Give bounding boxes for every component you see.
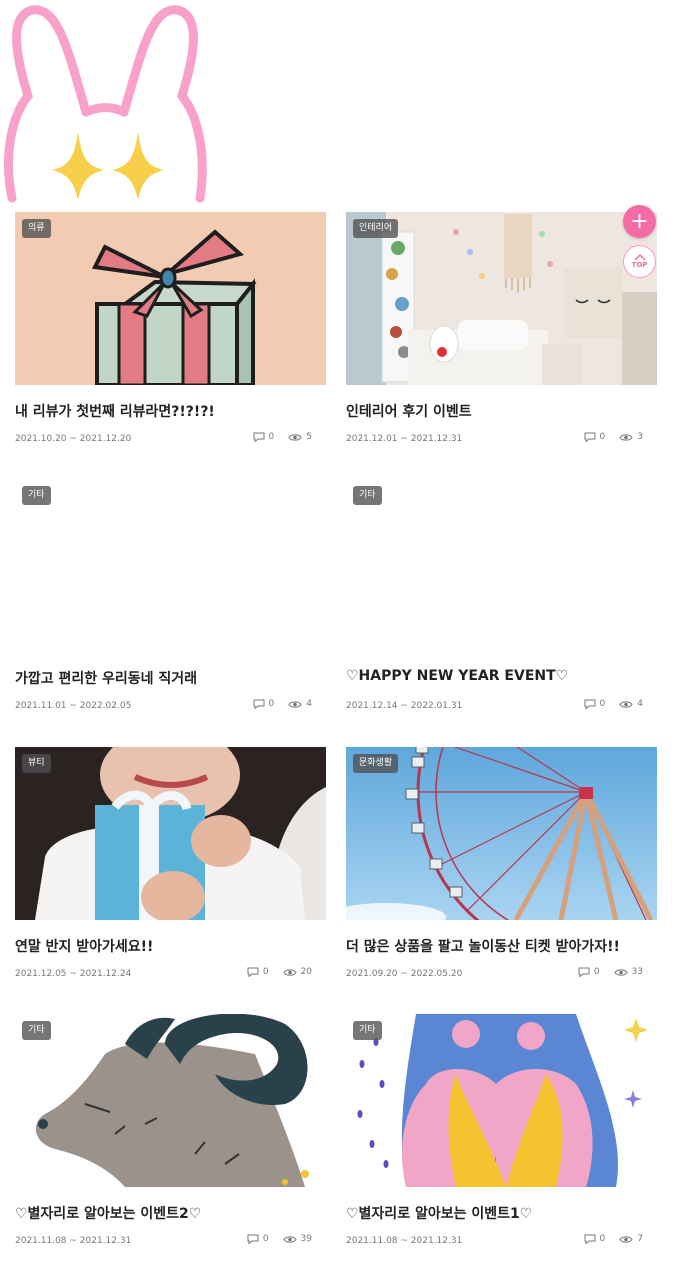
event-thumbnail[interactable]: 뷰티	[15, 747, 326, 920]
event-card[interactable]: 뷰티 연말 반지 받아가세요!! 2021.12.05 ~ 2021.12.24…	[15, 747, 326, 979]
view-count: 5	[306, 432, 312, 442]
view-count: 3	[637, 432, 643, 442]
event-thumbnail[interactable]: 의류	[15, 212, 326, 385]
event-period: 2021.10.20 ~ 2021.12.20	[15, 434, 132, 444]
comment-icon	[247, 967, 259, 977]
event-period: 2021.12.14 ~ 2022.01.31	[346, 701, 463, 711]
eye-icon	[288, 700, 302, 708]
top-label: TOP	[631, 261, 648, 269]
eye-icon	[619, 1235, 633, 1243]
category-badge: 뷰티	[22, 754, 51, 773]
comment-icon	[247, 1234, 259, 1244]
event-stats: 0 20	[247, 967, 312, 977]
event-title[interactable]: 연말 반지 받아가세요!!	[15, 936, 153, 956]
event-thumbnail[interactable]: 인테리어	[346, 212, 657, 385]
event-card[interactable]: 문화생활 더 많은 상품을 팔고 놀이동산 티켓 받아가자!! 2021.09.…	[346, 747, 657, 979]
comment-count: 0	[593, 967, 600, 977]
comment-icon	[253, 699, 265, 709]
gemini-twins-illustration	[346, 1014, 657, 1187]
event-period: 2021.11.08 ~ 2021.12.31	[15, 1236, 132, 1246]
event-thumbnail[interactable]: 기타	[15, 1014, 326, 1187]
category-badge: 기타	[353, 486, 382, 505]
event-card[interactable]: 기타 ♡별자리로 알아보는 이벤트1♡ 2021.11.08 ~ 2021.12…	[346, 1014, 657, 1246]
category-badge: 의류	[22, 219, 51, 238]
category-badge: 기타	[353, 1021, 382, 1040]
capricorn-goat-illustration	[15, 1014, 326, 1187]
eye-icon	[613, 968, 628, 976]
gift-holding-photo	[15, 747, 326, 920]
scroll-top-button[interactable]: TOP	[623, 245, 656, 278]
view-count: 20	[300, 967, 312, 977]
eye-icon	[282, 968, 297, 976]
category-badge: 기타	[22, 486, 51, 505]
event-stats: 0 4	[584, 699, 643, 709]
comment-count: 0	[268, 432, 275, 442]
event-card[interactable]: 기타 가깝고 편리한 우리동네 직거래 2021.11.01 ~ 2022.02…	[15, 479, 326, 711]
event-title[interactable]: ♡HAPPY NEW YEAR EVENT♡	[346, 668, 568, 684]
comment-count: 0	[262, 967, 269, 977]
event-card[interactable]: 의류 내 리뷰가 첫번째 리뷰라면?!?!?! 2021.10.20 ~ 202…	[15, 212, 326, 444]
event-title[interactable]: ♡별자리로 알아보는 이벤트2♡	[15, 1203, 201, 1223]
event-card[interactable]: 기타 ♡별자리로 알아보는 이벤트2♡ 2021.11.08 ~ 2021.12…	[15, 1014, 326, 1246]
eye-icon	[619, 433, 633, 441]
eye-icon	[288, 433, 302, 441]
event-period: 2021.12.05 ~ 2021.12.24	[15, 969, 132, 979]
plus-icon: +	[630, 208, 649, 234]
gift-box-image	[15, 212, 326, 385]
comment-icon	[578, 967, 590, 977]
bunny-mascot-icon	[4, 5, 207, 203]
event-stats: 0 39	[247, 1234, 312, 1244]
comment-icon	[253, 432, 265, 442]
event-thumbnail[interactable]: 기타	[346, 479, 657, 652]
eye-icon	[282, 1235, 297, 1243]
comment-count: 0	[599, 699, 606, 709]
comment-count: 0	[599, 1234, 606, 1244]
view-count: 39	[300, 1234, 312, 1244]
view-count: 4	[637, 699, 643, 709]
event-stats: 0 33	[578, 967, 643, 977]
chevron-up-icon	[634, 254, 645, 261]
category-badge: 인테리어	[353, 219, 399, 238]
event-period: 2021.12.01 ~ 2021.12.31	[346, 434, 463, 444]
comment-icon	[584, 432, 596, 442]
event-period: 2021.11.01 ~ 2022.02.05	[15, 701, 132, 711]
event-thumbnail[interactable]: 기타	[346, 1014, 657, 1187]
comment-icon	[584, 1234, 596, 1244]
category-badge: 문화생활	[353, 754, 399, 773]
event-stats: 0 5	[253, 432, 312, 442]
event-stats: 0 3	[584, 432, 643, 442]
comment-count: 0	[599, 432, 606, 442]
event-thumbnail[interactable]: 문화생활	[346, 747, 657, 920]
event-card[interactable]: 인테리어 인테리어 후기 이벤트 2021.12.01 ~ 2021.12.31…	[346, 212, 657, 444]
event-card[interactable]: 기타 ♡HAPPY NEW YEAR EVENT♡ 2021.12.14 ~ 2…	[346, 479, 657, 711]
event-stats: 0 4	[253, 699, 312, 709]
event-title[interactable]: 내 리뷰가 첫번째 리뷰라면?!?!?!	[15, 401, 215, 421]
event-period: 2021.09.20 ~ 2022.05.20	[346, 969, 463, 979]
view-count: 7	[637, 1234, 643, 1244]
event-thumbnail[interactable]: 기타	[15, 479, 326, 652]
view-count: 33	[631, 967, 643, 977]
eye-icon	[619, 700, 633, 708]
category-badge: 기타	[22, 1021, 51, 1040]
comment-count: 0	[262, 1234, 269, 1244]
add-event-button[interactable]: +	[623, 205, 656, 238]
comment-count: 0	[268, 699, 275, 709]
event-period: 2021.11.08 ~ 2021.12.31	[346, 1236, 463, 1246]
event-stats: 0 7	[584, 1234, 643, 1244]
event-title[interactable]: 가깝고 편리한 우리동네 직거래	[15, 668, 197, 688]
comment-icon	[584, 699, 596, 709]
event-title[interactable]: 더 많은 상품을 팔고 놀이동산 티켓 받아가자!!	[346, 936, 620, 956]
event-title[interactable]: 인테리어 후기 이벤트	[346, 401, 472, 421]
event-title[interactable]: ♡별자리로 알아보는 이벤트1♡	[346, 1203, 532, 1223]
view-count: 4	[306, 699, 312, 709]
